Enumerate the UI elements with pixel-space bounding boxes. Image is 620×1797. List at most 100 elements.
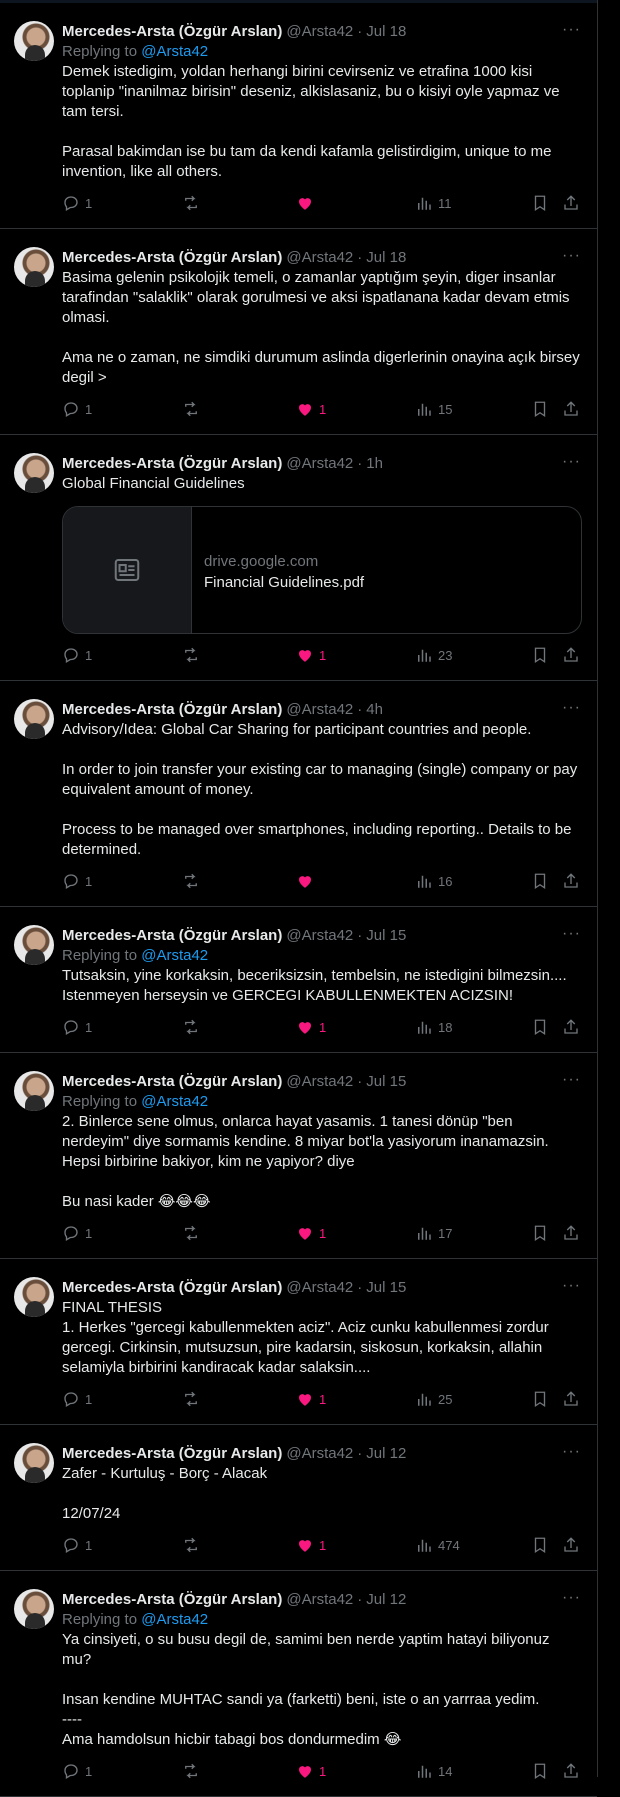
like-button[interactable]: 1 (296, 1224, 326, 1242)
timestamp[interactable]: Jul 15 (366, 1279, 406, 1296)
author-handle[interactable]: @Arsta42 (286, 23, 353, 40)
author-name[interactable]: Mercedes-Arsta (Özgür Arslan) (62, 1279, 282, 1296)
like-button[interactable]: 1 (296, 1018, 326, 1036)
like-button[interactable] (296, 194, 319, 212)
author-name[interactable]: Mercedes-Arsta (Özgür Arslan) (62, 1591, 282, 1608)
more-options-icon[interactable]: ··· (562, 1443, 581, 1461)
timestamp[interactable]: 1h (366, 455, 383, 472)
replying-to-link[interactable]: @Arsta42 (141, 1611, 208, 1628)
tweet[interactable]: ··· Mercedes-Arsta (Özgür Arslan) @Arsta42… (0, 907, 597, 1053)
avatar[interactable] (14, 453, 54, 493)
like-button[interactable]: 1 (296, 400, 326, 418)
timestamp[interactable]: Jul 12 (366, 1445, 406, 1462)
tweet[interactable]: ··· Mercedes-Arsta (Özgür Arslan) @Arsta42… (0, 1425, 597, 1571)
views-button[interactable]: 25 (415, 1390, 452, 1408)
bookmark-button[interactable] (531, 1536, 549, 1554)
timestamp[interactable]: Jul 12 (366, 1591, 406, 1608)
retweet-button[interactable] (182, 1018, 205, 1036)
replying-to-link[interactable]: @Arsta42 (141, 947, 208, 964)
author-name[interactable]: Mercedes-Arsta (Özgür Arslan) (62, 1445, 282, 1462)
author-handle[interactable]: @Arsta42 (286, 927, 353, 944)
views-button[interactable]: 15 (415, 400, 452, 418)
author-name[interactable]: Mercedes-Arsta (Özgür Arslan) (62, 249, 282, 266)
reply-button[interactable]: 1 (62, 400, 92, 418)
author-handle[interactable]: @Arsta42 (286, 1591, 353, 1608)
avatar[interactable] (14, 21, 54, 61)
retweet-button[interactable] (182, 646, 205, 664)
more-options-icon[interactable]: ··· (562, 1589, 581, 1607)
like-button[interactable]: 1 (296, 646, 326, 664)
more-options-icon[interactable]: ··· (562, 21, 581, 39)
author-name[interactable]: Mercedes-Arsta (Özgür Arslan) (62, 927, 282, 944)
replying-to-link[interactable]: @Arsta42 (141, 43, 208, 60)
author-handle[interactable]: @Arsta42 (286, 249, 353, 266)
share-button[interactable] (562, 1762, 580, 1780)
reply-button[interactable]: 1 (62, 194, 92, 212)
avatar[interactable] (14, 699, 54, 739)
tweet[interactable]: ··· Mercedes-Arsta (Özgür Arslan) @Arsta42… (0, 1571, 597, 1797)
link-card[interactable]: drive.google.com Financial Guidelines.pdf (62, 506, 582, 634)
tweet[interactable]: ··· Mercedes-Arsta (Özgür Arslan) @Arsta42… (0, 229, 597, 435)
retweet-button[interactable] (182, 1536, 205, 1554)
timestamp[interactable]: Jul 15 (366, 1073, 406, 1090)
views-button[interactable]: 18 (415, 1018, 452, 1036)
avatar[interactable] (14, 1071, 54, 1111)
like-button[interactable]: 1 (296, 1390, 326, 1408)
author-handle[interactable]: @Arsta42 (286, 1073, 353, 1090)
share-button[interactable] (562, 1536, 580, 1554)
more-options-icon[interactable]: ··· (562, 1277, 581, 1295)
more-options-icon[interactable]: ··· (562, 1071, 581, 1089)
bookmark-button[interactable] (531, 646, 549, 664)
avatar[interactable] (14, 1589, 54, 1629)
like-button[interactable]: 1 (296, 1762, 326, 1780)
timestamp[interactable]: Jul 18 (366, 23, 406, 40)
author-name[interactable]: Mercedes-Arsta (Özgür Arslan) (62, 1073, 282, 1090)
author-handle[interactable]: @Arsta42 (286, 455, 353, 472)
share-button[interactable] (562, 646, 580, 664)
retweet-button[interactable] (182, 1762, 205, 1780)
retweet-button[interactable] (182, 1390, 205, 1408)
author-name[interactable]: Mercedes-Arsta (Özgür Arslan) (62, 701, 282, 718)
views-button[interactable]: 11 (415, 194, 452, 212)
reply-button[interactable]: 1 (62, 872, 92, 890)
share-button[interactable] (562, 872, 580, 890)
views-button[interactable]: 16 (415, 872, 452, 890)
avatar[interactable] (14, 925, 54, 965)
bookmark-button[interactable] (531, 400, 549, 418)
author-name[interactable]: Mercedes-Arsta (Özgür Arslan) (62, 23, 282, 40)
retweet-button[interactable] (182, 1224, 205, 1242)
reply-button[interactable]: 1 (62, 1224, 92, 1242)
share-button[interactable] (562, 1224, 580, 1242)
avatar[interactable] (14, 247, 54, 287)
bookmark-button[interactable] (531, 1018, 549, 1036)
tweet[interactable]: ··· Mercedes-Arsta (Özgür Arslan) @Arsta42… (0, 435, 597, 681)
more-options-icon[interactable]: ··· (562, 453, 581, 471)
tweet[interactable]: ··· Mercedes-Arsta (Özgür Arslan) @Arsta42… (0, 681, 597, 907)
replying-to-link[interactable]: @Arsta42 (141, 1093, 208, 1110)
share-button[interactable] (562, 194, 580, 212)
author-name[interactable]: Mercedes-Arsta (Özgür Arslan) (62, 455, 282, 472)
retweet-button[interactable] (182, 400, 205, 418)
bookmark-button[interactable] (531, 872, 549, 890)
timestamp[interactable]: Jul 18 (366, 249, 406, 266)
reply-button[interactable]: 1 (62, 1762, 92, 1780)
author-handle[interactable]: @Arsta42 (286, 1445, 353, 1462)
views-button[interactable]: 474 (415, 1536, 460, 1554)
reply-button[interactable]: 1 (62, 1390, 92, 1408)
timestamp[interactable]: 4h (366, 701, 383, 718)
bookmark-button[interactable] (531, 1224, 549, 1242)
bookmark-button[interactable] (531, 194, 549, 212)
tweet[interactable]: ··· Mercedes-Arsta (Özgür Arslan) @Arsta42… (0, 1053, 597, 1259)
views-button[interactable]: 23 (415, 646, 452, 664)
like-button[interactable] (296, 872, 319, 890)
tweet[interactable]: ··· Mercedes-Arsta (Özgür Arslan) @Arsta42… (0, 1259, 597, 1425)
more-options-icon[interactable]: ··· (562, 925, 581, 943)
tweet[interactable]: ··· Mercedes-Arsta (Özgür Arslan) @Arsta42… (0, 3, 597, 229)
reply-button[interactable]: 1 (62, 646, 92, 664)
author-handle[interactable]: @Arsta42 (286, 701, 353, 718)
views-button[interactable]: 17 (415, 1224, 452, 1242)
share-button[interactable] (562, 1018, 580, 1036)
like-button[interactable]: 1 (296, 1536, 326, 1554)
more-options-icon[interactable]: ··· (562, 247, 581, 265)
avatar[interactable] (14, 1277, 54, 1317)
